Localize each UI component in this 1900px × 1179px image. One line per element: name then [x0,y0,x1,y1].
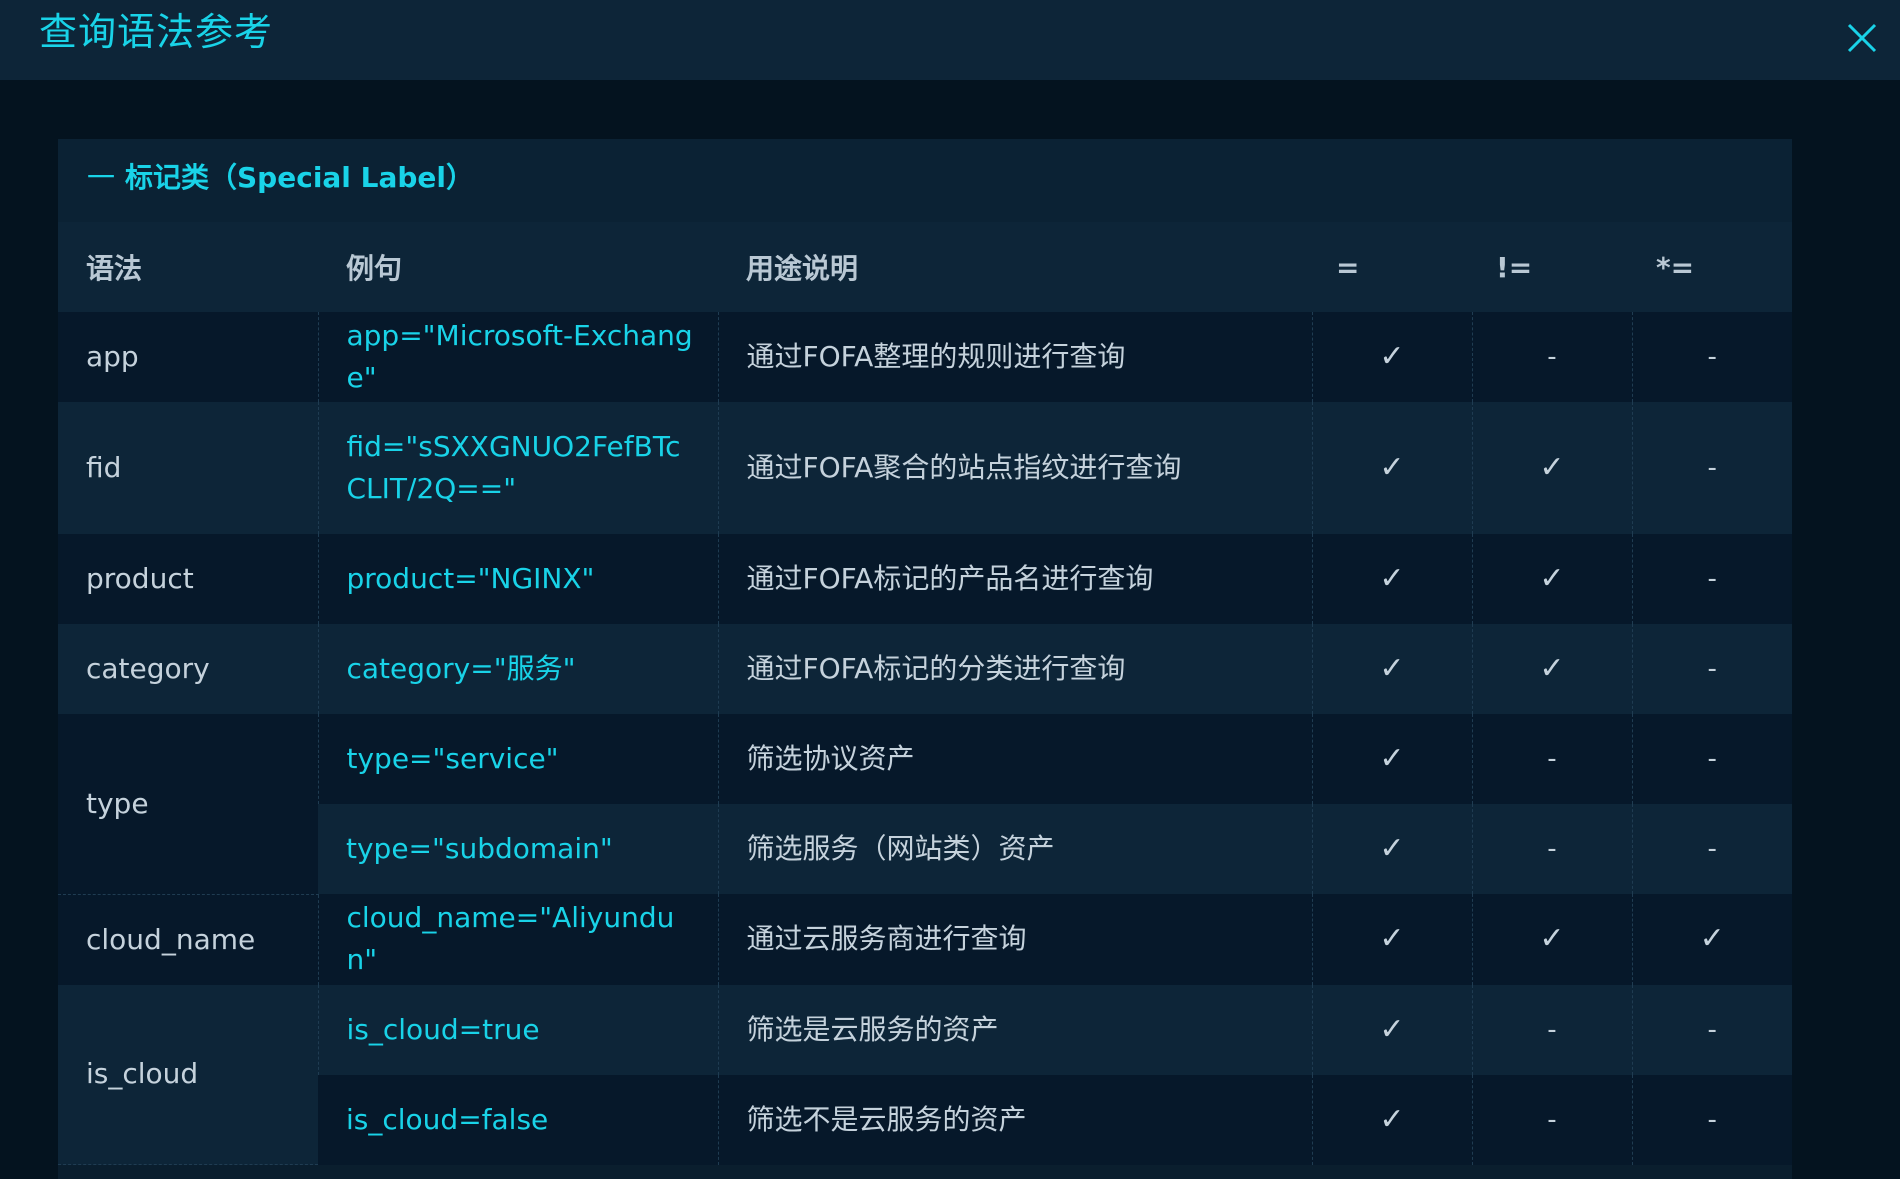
fuzzy-cell: - [1631,534,1792,624]
table-header-row: 语法 例句 用途说明 = != *= [58,222,1792,312]
neq-cell: - [1471,1074,1632,1165]
table-row: app app="Microsoft-Exchange" 通过FOFA整理的规则… [58,312,1792,402]
header-example: 例句 [318,222,718,312]
syntax-cell: type [58,714,318,895]
example-cell[interactable]: type="subdomain" [318,804,718,894]
fuzzy-check-icon: ✓ [1631,894,1792,985]
eq-check-icon: ✓ [1311,804,1472,894]
eq-check-icon: ✓ [1311,312,1472,402]
syntax-cell: is_cloud [58,984,318,1165]
table-row: product product="NGINX" 通过FOFA标记的产品名进行查询… [58,534,1792,624]
eq-check-icon: ✓ [1311,984,1472,1075]
example-cell[interactable]: app="Microsoft-Exchange" [317,312,718,402]
neq-check-icon: ✓ [1471,624,1632,714]
eq-check-icon: ✓ [1311,1074,1472,1165]
fuzzy-cell: - [1631,804,1792,894]
fuzzy-cell: - [1631,984,1792,1075]
description-cell: 筛选不是云服务的资产 [717,1074,1312,1165]
close-icon[interactable] [1846,22,1878,54]
header-neq: != [1472,222,1632,312]
table-row: type type="service" 筛选协议资产 ✓ - - [58,714,1792,895]
section-title: 一标记类（Special Label） [87,158,474,198]
neq-check-icon: ✓ [1471,402,1632,534]
neq-check-icon: ✓ [1471,894,1632,985]
eq-check-icon: ✓ [1311,534,1472,624]
neq-cell: - [1471,984,1632,1075]
syntax-cell: app [58,312,318,402]
collapse-dash-icon[interactable]: 一 [87,161,115,194]
table-row: is_cloud is_cloud=true 筛选是云服务的资产 ✓ - - [58,984,1792,1165]
table-row: type="subdomain" 筛选服务（网站类）资产 ✓ - - [58,804,1792,894]
neq-cell: - [1471,804,1632,894]
example-cell[interactable]: is_cloud=false [318,1074,718,1165]
syntax-cell: cloud_name [58,894,318,985]
fuzzy-cell: - [1631,402,1792,534]
fuzzy-cell: - [1631,1074,1792,1165]
section-header[interactable]: 一标记类（Special Label） [58,139,1792,222]
syntax-cell: category [58,624,318,714]
header-syntax: 语法 [58,222,318,312]
description-cell: 筛选是云服务的资产 [717,984,1312,1075]
header-description: 用途说明 [718,222,1312,312]
eq-check-icon: ✓ [1311,714,1472,804]
description-cell: 通过云服务商进行查询 [717,894,1312,985]
example-cell[interactable]: type="service" [317,714,718,804]
eq-check-icon: ✓ [1311,894,1472,985]
eq-check-icon: ✓ [1311,624,1472,714]
description-cell: 通过FOFA标记的分类进行查询 [717,624,1312,714]
fuzzy-cell: - [1631,312,1792,402]
header-eq: = [1312,222,1472,312]
description-cell: 筛选协议资产 [717,714,1312,804]
table-row: cloud_name cloud_name="Aliyundun" 通过云服务商… [58,894,1792,985]
example-cell[interactable]: cloud_name="Aliyundun" [317,894,718,985]
description-cell: 通过FOFA整理的规则进行查询 [717,312,1312,402]
neq-cell: - [1471,714,1632,804]
header-fuzzy: *= [1632,222,1792,312]
section-title-text: 标记类（Special Label） [125,161,475,194]
table-row: is_cloud=false 筛选不是云服务的资产 ✓ - - [58,1074,1792,1165]
syntax-table: 语法 例句 用途说明 = != *= app app="Microsoft-Ex… [58,222,1792,1165]
description-cell: 筛选服务（网站类）资产 [717,804,1312,894]
description-cell: 通过FOFA标记的产品名进行查询 [717,534,1312,624]
dialog-title: 查询语法参考 [39,10,274,54]
syntax-cell: fid [58,402,318,534]
example-cell[interactable]: product="NGINX" [317,534,718,624]
dialog-header: 查询语法参考 [0,0,1900,80]
example-cell[interactable]: fid="sSXXGNUO2FefBTcCLIT/2Q==" [317,402,718,534]
neq-cell: - [1471,312,1632,402]
example-cell[interactable]: category="服务" [317,624,718,714]
table-row: fid fid="sSXXGNUO2FefBTcCLIT/2Q==" 通过FOF… [58,402,1792,534]
syntax-cell: product [58,534,318,624]
description-cell: 通过FOFA聚合的站点指纹进行查询 [717,402,1312,534]
neq-check-icon: ✓ [1471,534,1632,624]
syntax-panel: 一标记类（Special Label） 语法 例句 用途说明 = != *= a… [58,139,1792,1179]
example-cell[interactable]: is_cloud=true [317,984,718,1075]
fuzzy-cell: - [1631,624,1792,714]
fuzzy-cell: - [1631,714,1792,804]
table-row: category category="服务" 通过FOFA标记的分类进行查询 ✓… [58,624,1792,714]
eq-check-icon: ✓ [1311,402,1472,534]
